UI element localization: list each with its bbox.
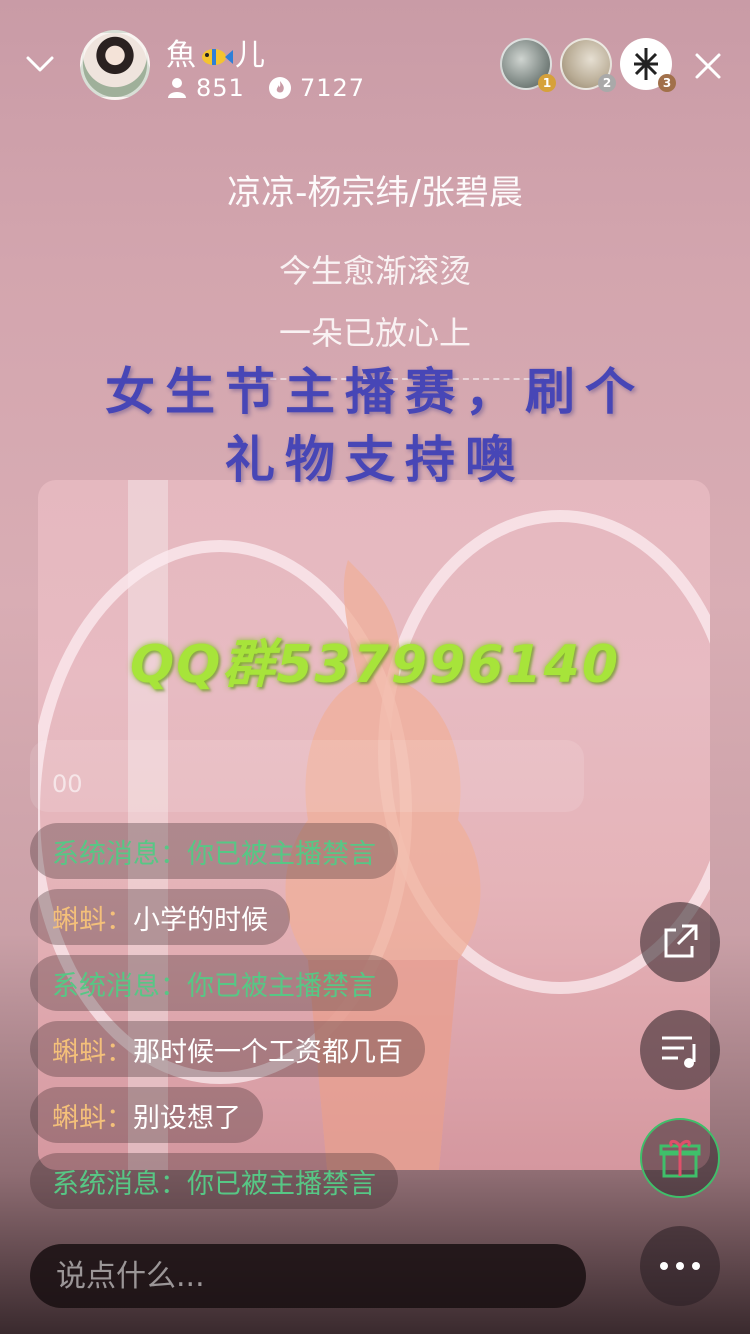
fire-icon <box>269 77 291 99</box>
event-banner-line2: 礼物支持噢 <box>225 430 525 489</box>
share-icon <box>664 924 698 958</box>
top-viewer-avatar-3[interactable]: 3 <box>620 38 676 92</box>
person-icon <box>168 78 186 98</box>
host-avatar[interactable] <box>80 30 150 100</box>
share-button[interactable] <box>640 902 720 982</box>
chat-message-user[interactable]: 蝌蚪： 小学的时候 <box>30 889 290 945</box>
chat-message-user[interactable]: 蝌蚪： 别设想了 <box>30 1087 263 1143</box>
message-text: 你已被主播禁言 <box>187 970 376 1002</box>
sender-label: 系统消息： <box>52 1168 187 1200</box>
message-text: 小学的时候 <box>133 904 268 936</box>
qq-group-text: QQ群537996140 <box>129 635 621 695</box>
chat-message-system: 系统消息： 你已被主播禁言 <box>30 1153 398 1209</box>
comment-input[interactable] <box>30 1244 586 1308</box>
song-title: 凉凉-杨宗纬/张碧晨 <box>227 173 523 213</box>
host-name[interactable]: 魚 儿 <box>166 30 266 74</box>
playlist-button[interactable] <box>640 1010 720 1090</box>
message-text: 别设想了 <box>133 1102 241 1134</box>
rank-badge: 2 <box>598 74 616 92</box>
followers-count: 851 <box>166 74 245 102</box>
close-icon[interactable] <box>692 50 724 82</box>
message-text: 你已被主播禁言 <box>187 838 376 870</box>
event-banner-line1: 女生节主播赛，刷个 <box>105 362 645 421</box>
lyric-line: 今生愈渐滚烫 <box>278 252 471 290</box>
pinned-message-text: 00 <box>52 770 83 798</box>
lyric-line: 一朵已放心上 <box>278 314 471 352</box>
host-name-part2: 儿 <box>235 38 266 73</box>
gift-icon <box>659 1139 701 1178</box>
sender-label[interactable]: 蝌蚪： <box>52 898 133 937</box>
top-viewer-avatar-1[interactable]: 1 <box>500 38 556 92</box>
pinned-message <box>30 740 584 812</box>
sender-label: 系统消息： <box>52 838 187 870</box>
playlist-music-icon <box>662 1036 696 1068</box>
gift-button[interactable] <box>640 1118 720 1198</box>
fish-emoji-icon <box>202 48 233 65</box>
top-viewer-avatar-2[interactable]: 2 <box>560 38 616 92</box>
chat-message-system: 系统消息： 你已被主播禁言 <box>30 955 398 1011</box>
chat-message-user[interactable]: 蝌蚪： 那时候一个工资都几百 <box>30 1021 425 1077</box>
host-name-part1: 魚 <box>166 38 197 73</box>
message-text: 那时候一个工资都几百 <box>133 1036 403 1068</box>
rank-badge: 3 <box>658 74 676 92</box>
rank-badge: 1 <box>538 74 556 92</box>
sender-label: 系统消息： <box>52 970 187 1002</box>
sender-label[interactable]: 蝌蚪： <box>52 1030 133 1069</box>
message-text: 你已被主播禁言 <box>187 1168 376 1200</box>
more-button[interactable] <box>640 1226 720 1306</box>
heat-count: 7127 <box>268 74 365 102</box>
chevron-down-icon[interactable] <box>22 46 58 82</box>
sender-label[interactable]: 蝌蚪： <box>52 1096 133 1135</box>
more-dots-icon <box>660 1262 700 1270</box>
chat-message-system: 系统消息： 你已被主播禁言 <box>30 823 398 879</box>
